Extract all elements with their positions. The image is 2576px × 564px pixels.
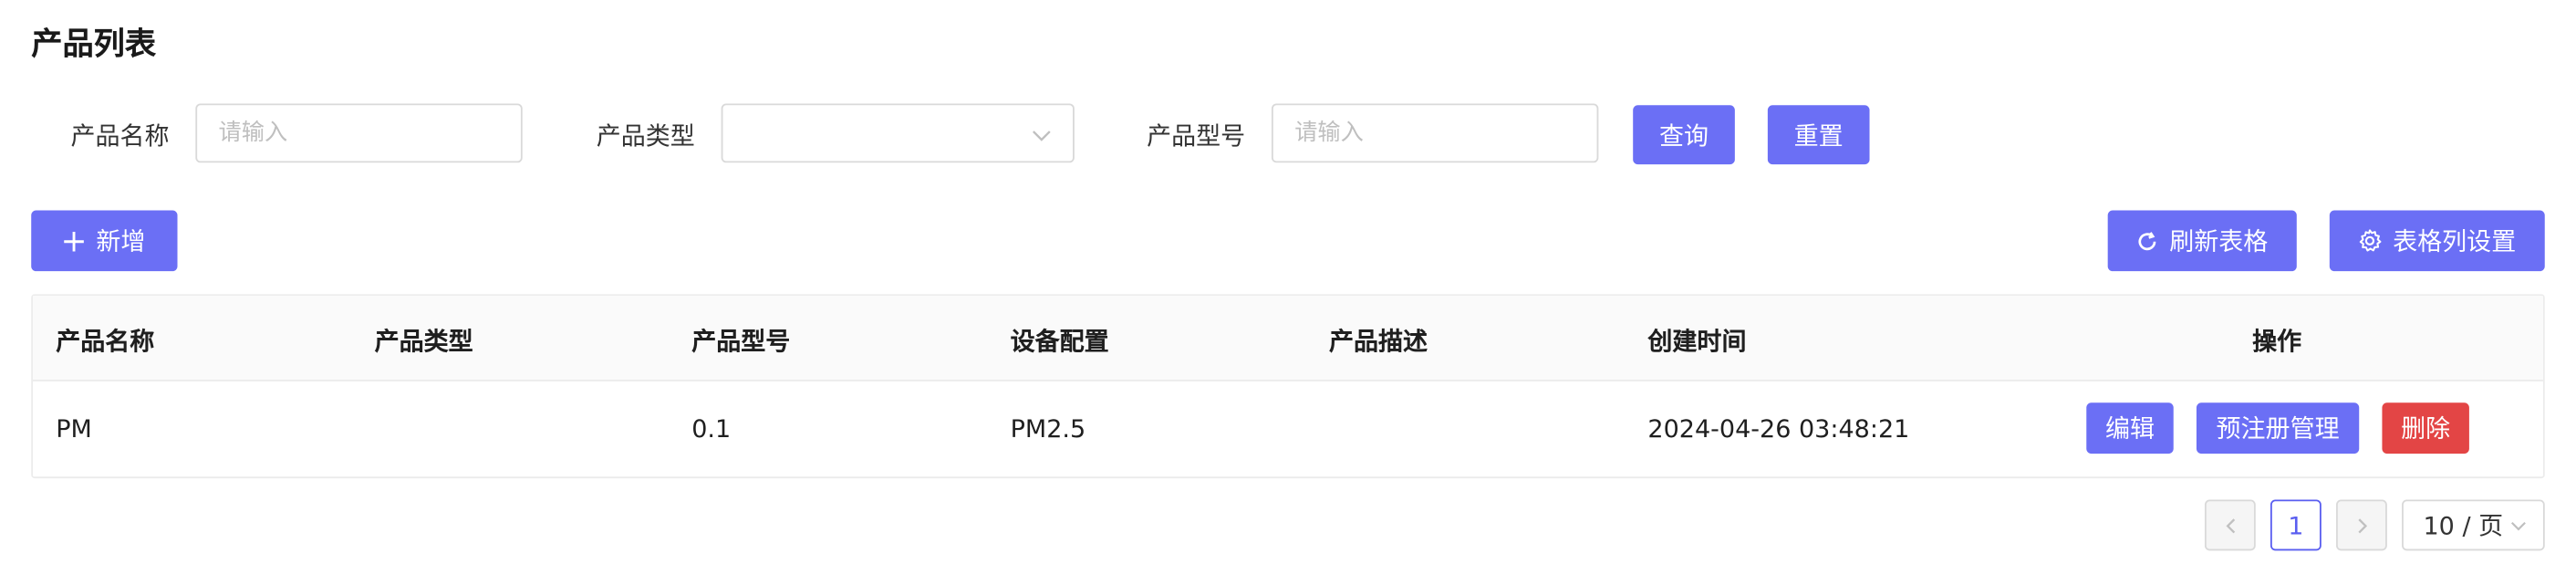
column-header-description: 产品描述 — [1329, 327, 1428, 357]
cell-created-time: 2024-04-26 03:48:21 — [1647, 413, 1910, 444]
preregister-manage-button[interactable]: 预注册管理 — [2196, 402, 2360, 454]
column-settings-button[interactable]: 表格列设置 — [2329, 210, 2545, 272]
column-header-config: 设备配置 — [1010, 327, 1109, 357]
product-name-label: 产品名称 — [70, 121, 170, 151]
prev-page-button[interactable] — [2204, 499, 2256, 551]
product-type-select[interactable] — [721, 103, 1075, 163]
reset-button[interactable]: 重置 — [1767, 105, 1870, 165]
column-header-model: 产品型号 — [691, 327, 791, 357]
chevron-left-icon — [2225, 517, 2235, 533]
product-type-label: 产品类型 — [596, 121, 695, 151]
refresh-table-button[interactable]: 刷新表格 — [2107, 210, 2297, 272]
page-number-button[interactable]: 1 — [2270, 499, 2322, 551]
page-size-select[interactable]: 10 / 页 — [2402, 499, 2545, 551]
add-button[interactable]: 新增 — [31, 210, 178, 272]
refresh-table-label: 刷新表格 — [2169, 226, 2269, 256]
plus-icon — [65, 231, 85, 251]
chevron-down-icon — [2510, 521, 2526, 530]
gear-icon — [2360, 229, 2383, 252]
add-button-label: 新增 — [96, 226, 146, 256]
page-root: 产品列表 产品名称 产品类型 产品型号 查询 重置 新增 刷新表格 表格列设置 — [0, 0, 2576, 564]
edit-button[interactable]: 编辑 — [2086, 402, 2174, 454]
page-size-value: 10 / 页 — [2423, 511, 2504, 541]
refresh-icon — [2139, 231, 2157, 250]
page-title: 产品列表 — [31, 26, 157, 63]
product-model-input[interactable] — [1271, 103, 1599, 163]
product-name-input[interactable] — [195, 103, 523, 163]
product-table: 产品名称 产品类型 产品型号 设备配置 产品描述 创建时间 操作 PM 0.1 … — [31, 294, 2545, 479]
table-header: 产品名称 产品类型 产品型号 设备配置 产品描述 创建时间 操作 — [33, 296, 2543, 381]
column-header-actions: 操作 — [2252, 327, 2302, 357]
column-header-name: 产品名称 — [56, 327, 155, 357]
cell-config: PM2.5 — [1010, 413, 1086, 444]
delete-button[interactable]: 删除 — [2382, 402, 2469, 454]
next-page-button[interactable] — [2336, 499, 2387, 551]
chevron-down-icon — [1033, 131, 1051, 141]
column-settings-label: 表格列设置 — [2393, 226, 2517, 256]
cell-model: 0.1 — [691, 413, 732, 444]
table-row: PM 0.1 PM2.5 2024-04-26 03:48:21 编辑 预注册管… — [33, 381, 2543, 476]
chevron-right-icon — [2357, 517, 2367, 533]
query-button[interactable]: 查询 — [1633, 105, 1735, 165]
column-header-created-time: 创建时间 — [1647, 327, 1747, 357]
column-header-type: 产品类型 — [374, 327, 473, 357]
cell-name: PM — [56, 413, 92, 444]
product-model-label: 产品型号 — [1147, 121, 1246, 151]
